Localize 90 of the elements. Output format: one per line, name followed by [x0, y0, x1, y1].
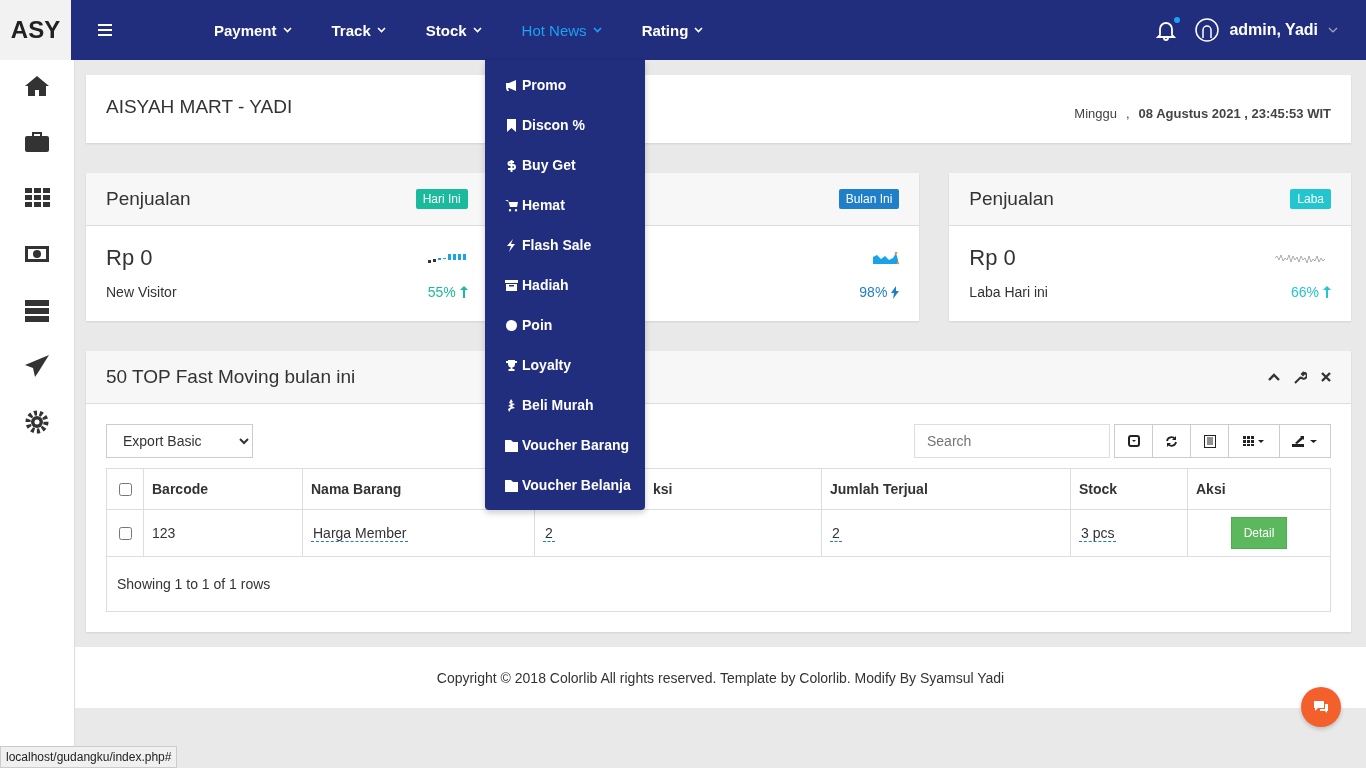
percent-change: 55%	[427, 284, 468, 300]
percent-change: 98%	[859, 284, 900, 300]
collapse-icon[interactable]	[1268, 373, 1280, 381]
chat-button[interactable]	[1301, 687, 1341, 727]
date-separator: ,	[1125, 106, 1130, 121]
user-icon[interactable]	[1195, 18, 1220, 42]
archive-icon	[505, 278, 518, 292]
pagination-summary: Showing 1 to 1 of 1 rows	[117, 576, 271, 592]
nav-menu[interactable]: Payment	[214, 21, 292, 39]
close-icon[interactable]	[1321, 372, 1331, 382]
refresh-button[interactable]	[1152, 424, 1191, 458]
stat-title: Penjualan	[106, 188, 191, 210]
caret-icon	[376, 27, 386, 33]
editable-link[interactable]: Harga Member	[311, 525, 409, 542]
nav-menu[interactable]: Hot News	[521, 21, 602, 39]
stat-value: Rp 0	[969, 245, 1016, 271]
editable-link[interactable]: 3 pcs	[1079, 525, 1117, 542]
grid-icon	[1243, 436, 1265, 446]
caret-icon	[1328, 27, 1338, 33]
period-badge: Laba	[1290, 189, 1331, 209]
home-icon[interactable]	[24, 73, 50, 99]
copyright-text: Copyright © 2018 Colorlib All rights reserved. Template by Colorlib. Modify By Syamsul Yadi	[436, 669, 1005, 686]
bookmark-icon	[505, 118, 518, 132]
table-cell: 123	[143, 509, 303, 557]
user-menu[interactable]: admin, Yadi	[1229, 21, 1338, 39]
chat-icon	[1312, 699, 1330, 715]
list-icon	[1203, 434, 1216, 448]
status-url: localhost/gudangku/index.php#	[0, 746, 178, 768]
column-header: Stock	[1070, 468, 1188, 510]
caret-icon	[694, 27, 704, 33]
day-label: Minggu	[1074, 106, 1117, 121]
search-field[interactable]: Search	[914, 424, 1110, 458]
caret-icon	[282, 27, 292, 33]
bolt-icon	[891, 285, 900, 299]
stat-value: Rp 0	[106, 245, 153, 271]
server-icon[interactable]	[24, 297, 50, 323]
panel-title: 50 TOP Fast Moving bulan ini	[106, 366, 356, 388]
arrow-up-icon	[459, 286, 468, 298]
period-badge: Bulan Ini	[838, 189, 900, 209]
megaphone-icon	[505, 78, 518, 92]
list-view-button[interactable]	[1190, 424, 1229, 458]
date-time: 08 Agustus 2021 , 23:45:53 WIT	[1138, 106, 1331, 121]
export-select[interactable]: Export Basic	[106, 424, 253, 458]
export-icon	[1292, 435, 1318, 447]
stat-label: New Visitor	[106, 284, 177, 300]
menu-item[interactable]: Flash Sale	[485, 225, 645, 265]
stat-label: Laba Hari ini	[969, 284, 1048, 300]
select-all-checkbox[interactable]	[119, 482, 132, 496]
column-header: Jumlah Terjual	[821, 468, 1071, 510]
percent-change: 66%	[1291, 284, 1331, 300]
menu-item[interactable]: Loyalty	[485, 345, 645, 385]
menu-icon[interactable]	[98, 24, 112, 36]
period-badge: Hari Ini	[415, 189, 468, 209]
logo: ASY	[0, 0, 71, 60]
gear-icon[interactable]	[24, 409, 50, 435]
menu-item[interactable]: Voucher Barang	[485, 425, 645, 465]
menu-item[interactable]: Promo	[485, 65, 645, 105]
dollar-icon	[505, 158, 518, 172]
menu-item[interactable]: Hadiah	[485, 265, 645, 305]
toggle-button[interactable]	[1114, 424, 1153, 458]
stat-title: Penjualan	[969, 188, 1054, 210]
wrench-icon[interactable]	[1294, 370, 1307, 384]
menu-item[interactable]: Discon %	[485, 105, 645, 145]
caret-icon	[472, 27, 482, 33]
bell-icon[interactable]	[1155, 19, 1178, 41]
nav-menu[interactable]: Stock	[425, 21, 482, 39]
nav-menu[interactable]: Track	[331, 21, 386, 39]
export-button[interactable]	[1279, 424, 1331, 458]
row-checkbox[interactable]	[119, 526, 132, 540]
refresh-icon	[1165, 434, 1178, 448]
briefcase-icon[interactable]	[24, 129, 50, 155]
menu-item[interactable]: Hemat	[485, 185, 645, 225]
cart-icon	[505, 198, 518, 212]
store-title: AISYAH MART - YADI	[106, 96, 293, 119]
send-icon[interactable]	[24, 353, 50, 379]
caret-icon	[592, 27, 602, 33]
columns-button[interactable]	[1228, 424, 1280, 458]
sparkline	[427, 252, 468, 264]
editable-link[interactable]: 2	[543, 525, 555, 542]
trophy-icon	[505, 358, 518, 372]
column-header: Aksi	[1187, 468, 1331, 510]
menu-item[interactable]: Beli Murah	[485, 385, 645, 425]
column-header: Barcode	[143, 468, 303, 510]
arrow-up-icon	[1323, 286, 1331, 298]
menu-item[interactable]: Poin	[485, 305, 645, 345]
sparkline	[873, 251, 900, 265]
editable-link[interactable]: 2	[830, 525, 842, 542]
menu-item[interactable]: Buy Get	[485, 145, 645, 185]
nav-menu[interactable]: Rating	[641, 21, 704, 39]
toggle-icon	[1127, 435, 1140, 447]
